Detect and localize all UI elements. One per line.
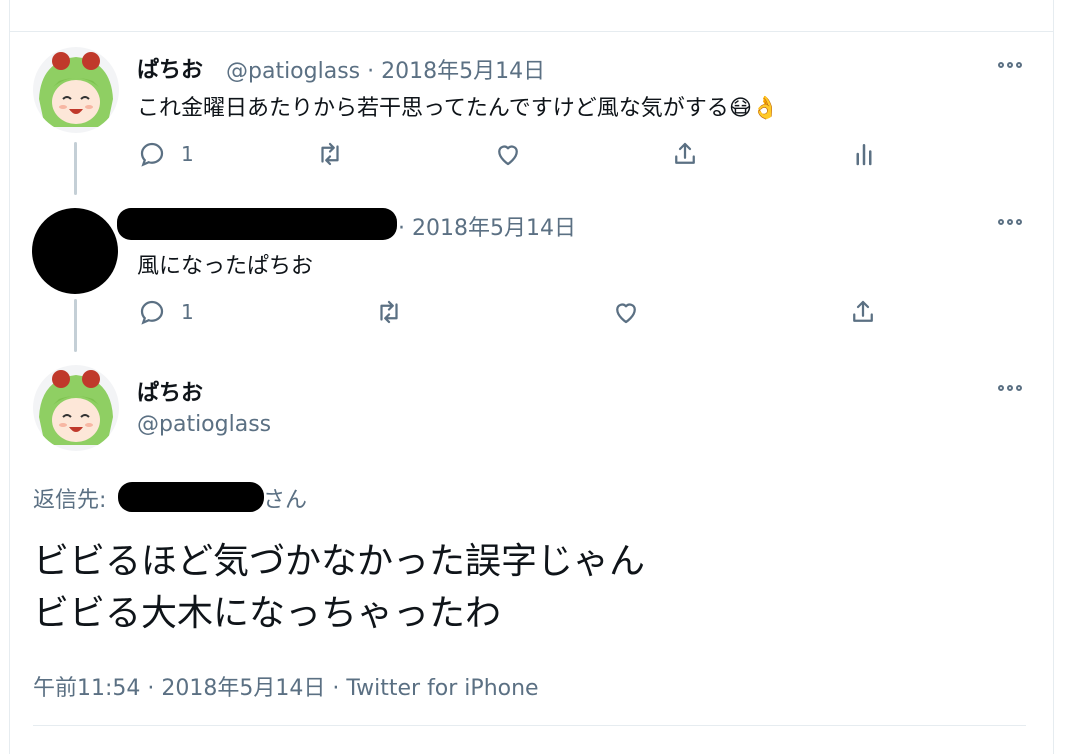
- avatar-patioglass[interactable]: [33, 47, 119, 133]
- like-button[interactable]: [611, 297, 641, 327]
- avatar-patioglass[interactable]: [33, 365, 119, 451]
- like-button[interactable]: [493, 139, 523, 169]
- main-tweet-text: ビビるほど気づかなかった誤字じゃん ビビる大木になっちゃったわ: [33, 536, 645, 640]
- tweet-meta[interactable]: · 2018年5月14日: [398, 210, 576, 242]
- like-icon: [498, 145, 518, 166]
- right-border: [1053, 0, 1054, 754]
- display-name[interactable]: ぱちお: [137, 52, 203, 84]
- retweet-icon: [321, 142, 339, 166]
- tweet-text: 風になったぱちお: [137, 254, 314, 279]
- main-text-line-1: ビビるほど気づかなかった誤字じゃん: [33, 541, 646, 582]
- thread-connector-1: [74, 142, 77, 195]
- more-icon[interactable]: [995, 215, 1025, 229]
- top-divider: [9, 31, 1054, 32]
- reply-button[interactable]: 1: [137, 297, 194, 327]
- display-name[interactable]: ぱちお: [137, 375, 203, 407]
- analytics-button[interactable]: [849, 139, 879, 169]
- avatar-redacted[interactable]: [32, 208, 118, 294]
- more-icon[interactable]: [995, 381, 1025, 395]
- analytics-icon: [856, 144, 872, 166]
- thread-connector-2: [74, 299, 77, 352]
- share-icon: [853, 300, 873, 322]
- retweet-button[interactable]: [374, 297, 404, 327]
- like-icon: [616, 303, 636, 324]
- share-button[interactable]: [848, 297, 878, 327]
- handle[interactable]: @patioglass: [137, 412, 271, 437]
- share-button[interactable]: [670, 139, 700, 169]
- left-border: [9, 0, 10, 754]
- retweet-button[interactable]: [315, 139, 345, 169]
- more-icon[interactable]: [995, 58, 1025, 72]
- retweet-icon: [380, 300, 398, 324]
- tweet-text: これ金曜日あたりから若干思ってたんですけど風な気がする😷👌: [137, 96, 780, 121]
- redacted-name: [117, 208, 397, 240]
- reply-count: 1: [181, 142, 194, 166]
- emoji: 😷👌: [728, 96, 780, 121]
- main-text-line-2: ビビる大木になっちゃったわ: [33, 593, 502, 634]
- reply-button[interactable]: 1: [137, 139, 194, 169]
- reply-to-prefix: 返信先:: [33, 488, 107, 513]
- tweet-meta[interactable]: @patioglass · 2018年5月14日: [226, 53, 545, 85]
- reply-to-suffix: さん: [263, 488, 308, 513]
- share-icon: [675, 142, 695, 164]
- reply-icon: [140, 142, 164, 167]
- tweet-footer[interactable]: 午前11:54 · 2018年5月14日 · Twitter for iPhon…: [33, 670, 539, 702]
- reply-icon: [140, 300, 164, 325]
- footer-divider: [33, 725, 1026, 726]
- reply-count: 1: [181, 300, 194, 324]
- reply-to-line: 返信先:: [33, 482, 106, 514]
- redacted-reply-target[interactable]: [118, 482, 264, 512]
